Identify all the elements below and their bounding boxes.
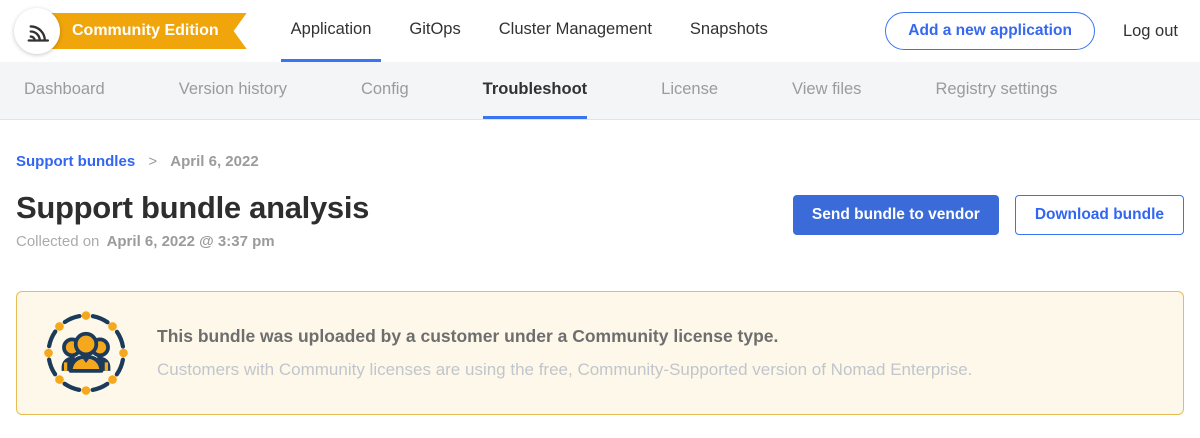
page-header: Support bundle analysis Collected on Apr… [16,190,1184,250]
page-title-block: Support bundle analysis Collected on Apr… [16,190,369,250]
alert-title: This bundle was uploaded by a customer u… [157,326,972,347]
logout-link[interactable]: Log out [1123,22,1178,41]
community-license-alert: This bundle was uploaded by a customer u… [16,291,1184,415]
sub-nav-version-history[interactable]: Version history [179,62,287,119]
bundle-actions: Send bundle to vendor Download bundle [793,190,1184,250]
collected-timestamp: Collected on April 6, 2022 @ 3:37 pm [16,233,369,250]
breadcrumb-separator: > [148,153,157,170]
sub-navbar: Dashboard Version history Config Trouble… [0,62,1200,120]
community-license-icon [41,308,131,398]
main-content: Support bundles > April 6, 2022 Support … [0,153,1200,415]
breadcrumb: Support bundles > April 6, 2022 [16,153,1184,170]
top-nav-cluster-management[interactable]: Cluster Management [489,0,662,62]
breadcrumb-support-bundles-link[interactable]: Support bundles [16,153,135,170]
top-nav-application[interactable]: Application [281,0,382,62]
top-nav-gitops[interactable]: GitOps [399,0,470,62]
breadcrumb-current: April 6, 2022 [170,153,258,170]
community-edition-badge: Community Edition [40,13,247,49]
replicated-logo-icon[interactable] [14,8,60,54]
sub-nav-dashboard[interactable]: Dashboard [24,62,105,119]
alert-description: Customers with Community licenses are us… [157,360,972,380]
collected-prefix: Collected on [16,233,99,250]
sub-nav-troubleshoot[interactable]: Troubleshoot [483,62,588,119]
alert-text-block: This bundle was uploaded by a customer u… [157,326,972,380]
sub-nav-registry-settings[interactable]: Registry settings [935,62,1057,119]
top-nav-right: Add a new application Log out [885,12,1200,50]
download-bundle-button[interactable]: Download bundle [1015,195,1184,235]
top-navbar: Community Edition Application GitOps Clu… [0,0,1200,62]
collected-date: April 6, 2022 @ 3:37 pm [107,233,275,250]
top-nav-items: Application GitOps Cluster Management Sn… [281,0,778,62]
send-bundle-to-vendor-button[interactable]: Send bundle to vendor [793,195,999,235]
sub-nav-view-files[interactable]: View files [792,62,861,119]
sub-nav-config[interactable]: Config [361,62,409,119]
add-application-button[interactable]: Add a new application [885,12,1095,50]
sub-nav-license[interactable]: License [661,62,718,119]
top-nav-snapshots[interactable]: Snapshots [680,0,778,62]
brand: Community Edition [0,8,247,54]
page-title: Support bundle analysis [16,190,369,226]
